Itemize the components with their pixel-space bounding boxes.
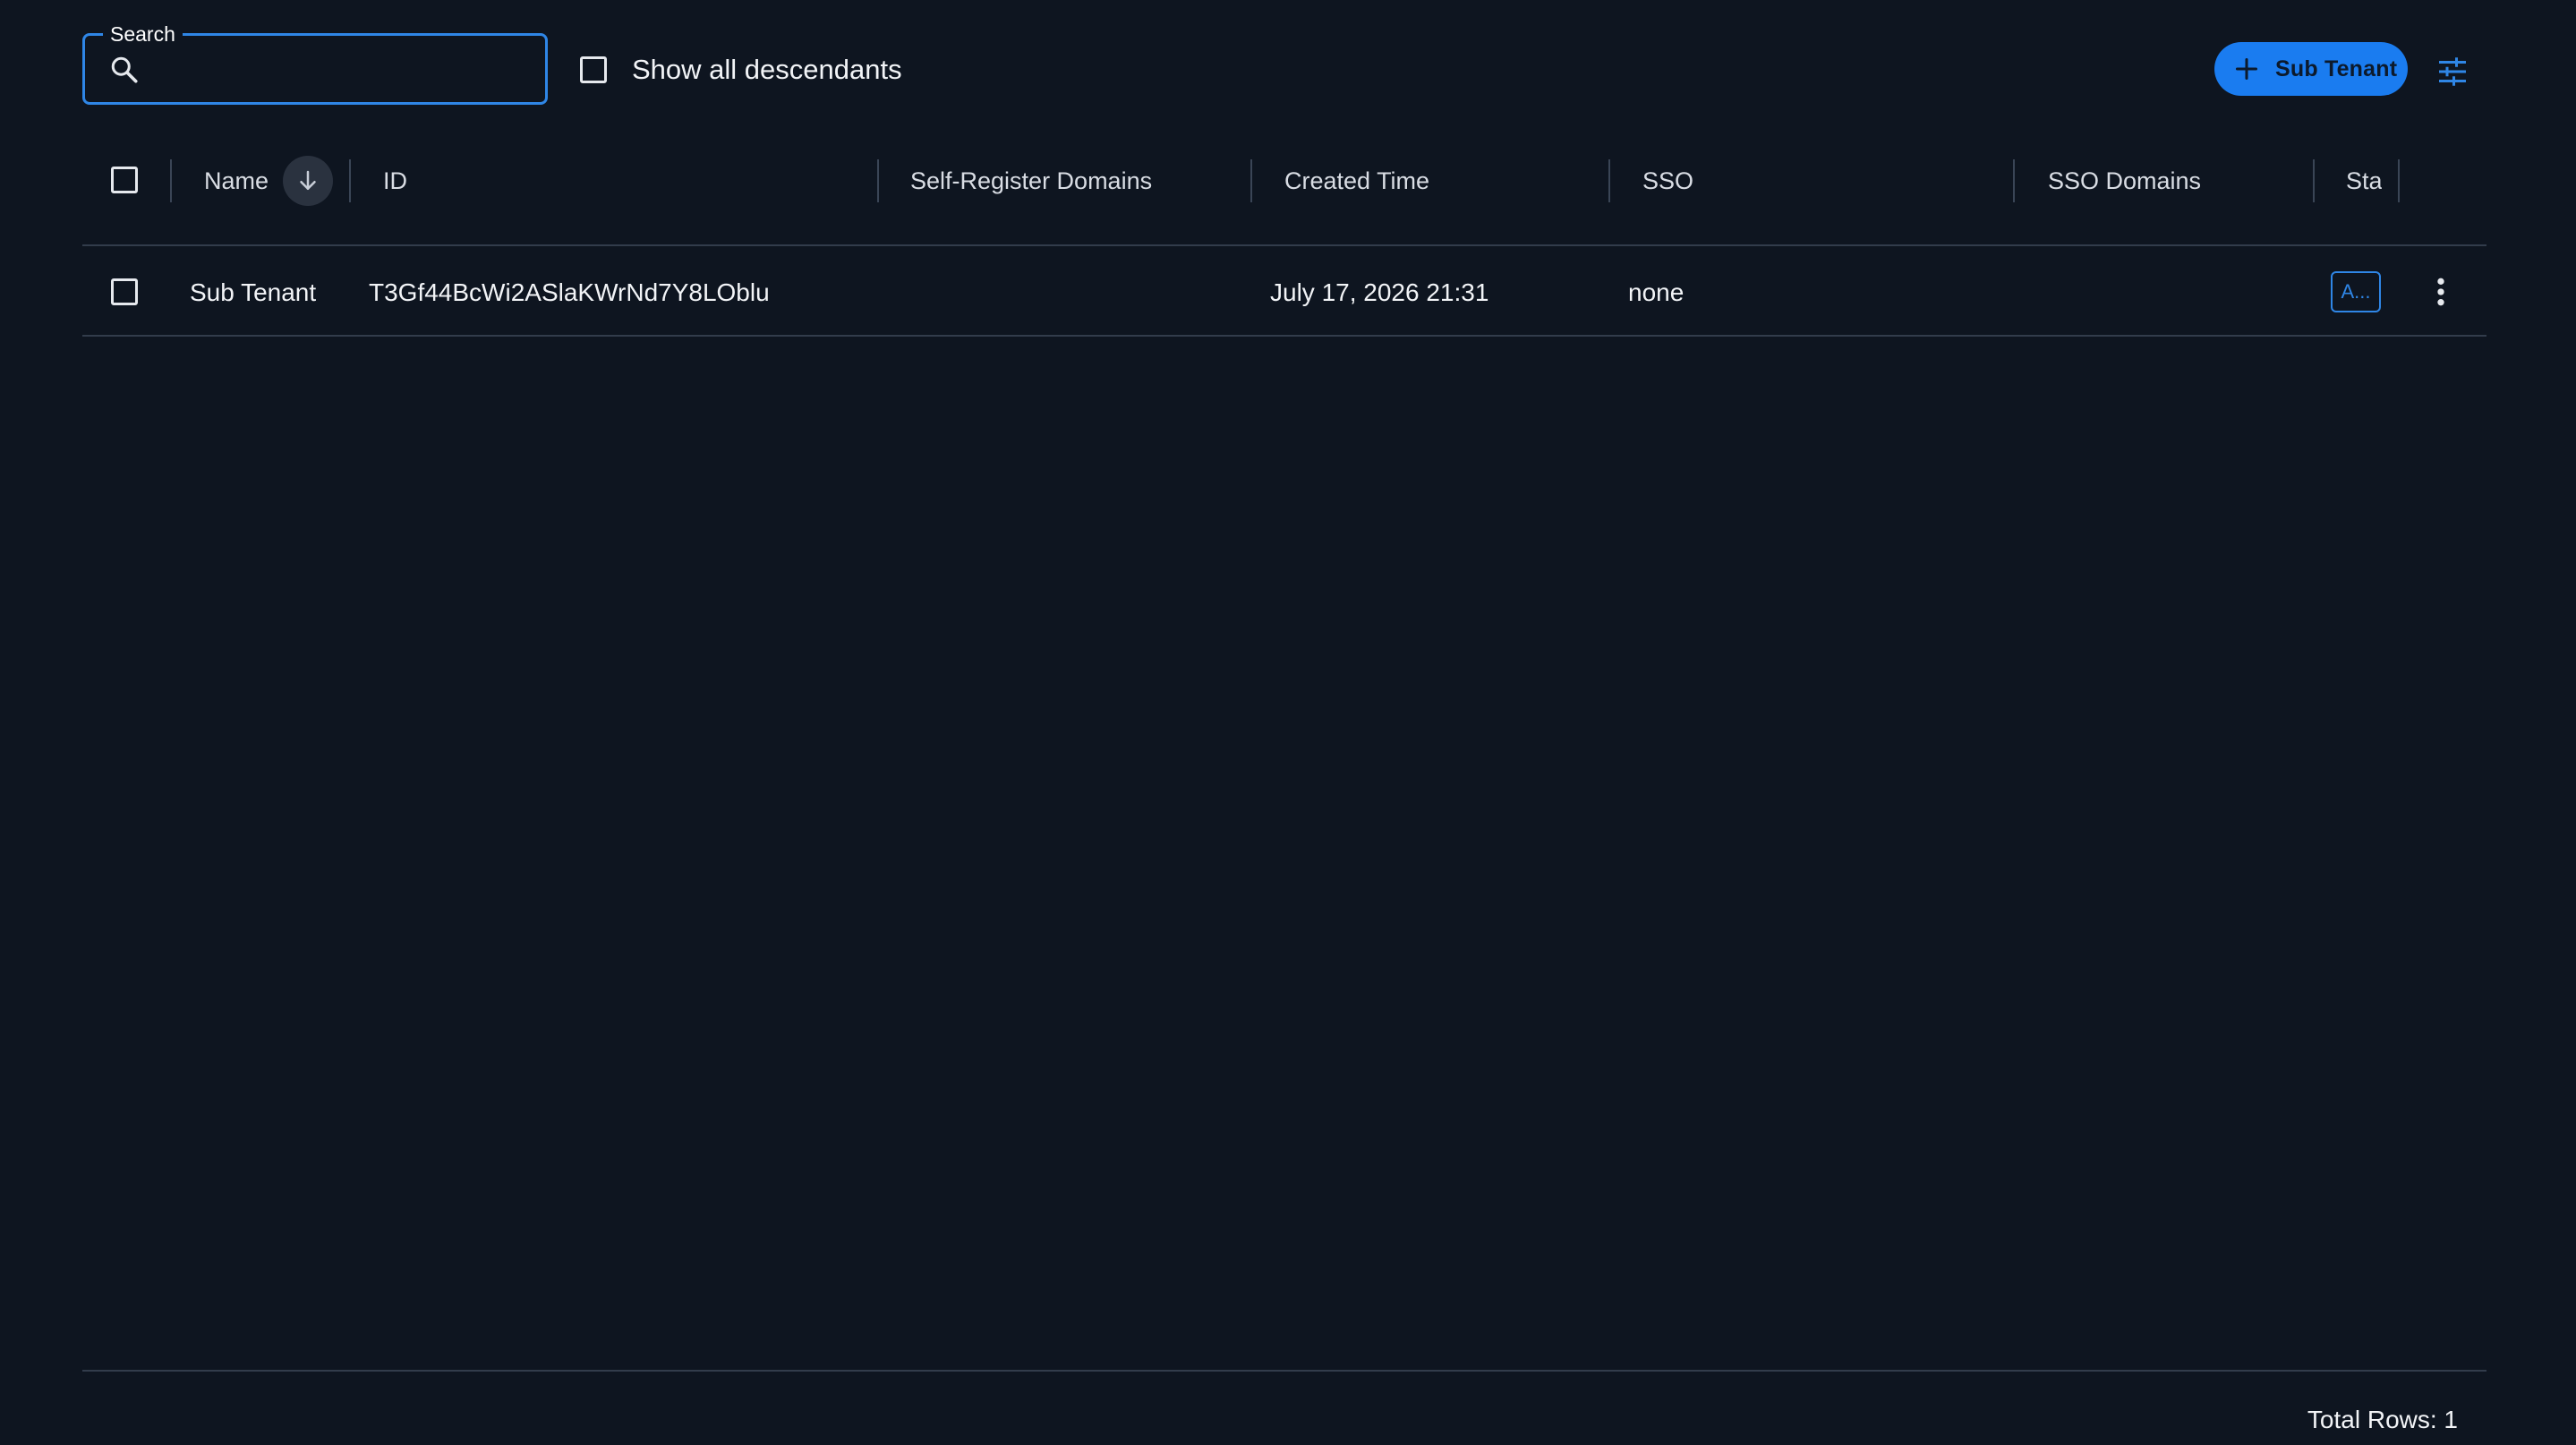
column-separator[interactable]: [1250, 159, 1252, 202]
column-header-sso[interactable]: SSO: [1642, 165, 1693, 197]
column-separator[interactable]: [170, 159, 172, 202]
search-icon: [111, 56, 138, 83]
column-header-status[interactable]: Sta: [2346, 165, 2382, 197]
arrow-down-icon: [300, 170, 316, 190]
add-sub-tenant-button[interactable]: Sub Tenant: [2214, 42, 2408, 96]
cell-id: T3Gf44BcWi2ASlaKWrNd7Y8LOblu: [369, 278, 770, 306]
cell-name: Sub Tenant: [190, 278, 317, 306]
sort-name-button[interactable]: [283, 156, 333, 206]
tenants-page: Search Show all descendants Sub Tenant N…: [0, 0, 2576, 1445]
search-input[interactable]: [157, 48, 536, 91]
row-checkbox[interactable]: [111, 278, 138, 305]
column-header-self-register-domains[interactable]: Self-Register Domains: [910, 165, 1152, 197]
column-header-id[interactable]: ID: [383, 165, 407, 197]
column-header-created-time[interactable]: Created Time: [1284, 165, 1429, 197]
footer-divider: [82, 1370, 2486, 1372]
add-sub-tenant-label: Sub Tenant: [2275, 56, 2398, 81]
show-descendants-label[interactable]: Show all descendants: [632, 52, 902, 88]
cell-sso: none: [1628, 278, 1685, 306]
column-header-sso-domains[interactable]: SSO Domains: [2048, 165, 2201, 197]
tune-icon[interactable]: [2436, 56, 2469, 88]
plus-icon: [2235, 57, 2258, 81]
search-label: Search: [103, 21, 183, 47]
cell-created-time: July 17, 2026 21:31: [1270, 278, 1489, 306]
column-separator[interactable]: [1608, 159, 1610, 202]
column-separator[interactable]: [2013, 159, 2015, 202]
total-rows: Total Rows: 1: [2307, 1406, 2458, 1433]
show-descendants-checkbox[interactable]: [580, 56, 607, 83]
more-vertical-icon[interactable]: [2427, 274, 2454, 310]
column-separator[interactable]: [877, 159, 879, 202]
column-header-name[interactable]: Name: [204, 165, 269, 197]
column-separator[interactable]: [2398, 159, 2400, 202]
column-separator[interactable]: [2313, 159, 2315, 202]
search-field[interactable]: Search: [82, 21, 548, 105]
select-all-checkbox[interactable]: [111, 167, 138, 193]
status-badge: A...: [2331, 271, 2381, 312]
column-separator[interactable]: [349, 159, 351, 202]
